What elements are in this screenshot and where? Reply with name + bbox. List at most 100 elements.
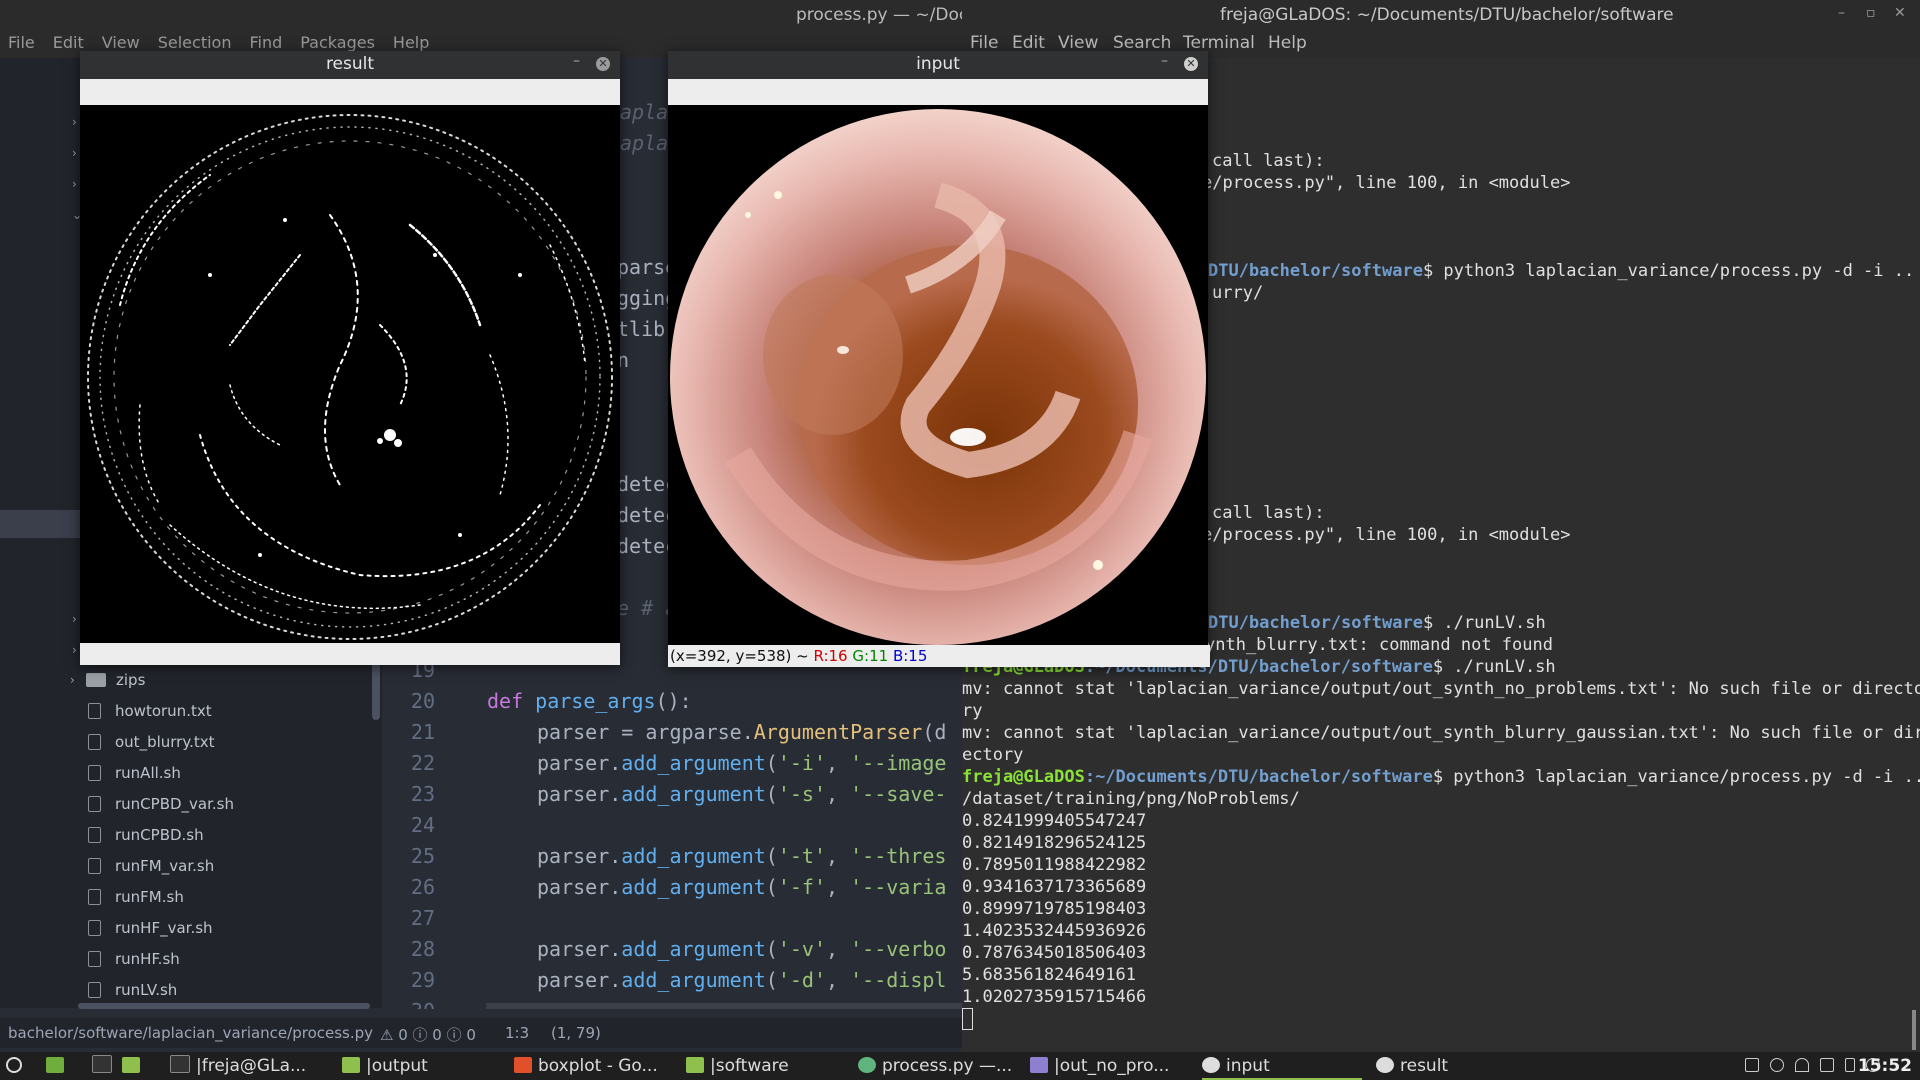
status-selection[interactable]: (1, 79) [551,1024,601,1042]
prompt-path: DTU/bachelor/software [1208,261,1423,281]
tree-item-label: runCPBD.sh [115,826,204,844]
battery-icon[interactable] [1845,1058,1855,1072]
minimize-icon[interactable]: – [1161,53,1168,69]
term-menu-edit[interactable]: Edit [1012,33,1045,53]
minimize-icon[interactable]: – [573,53,580,69]
code-token: , [826,782,851,806]
atom-menu-file[interactable]: File [0,30,45,58]
line-number: 22 [410,751,435,775]
chevron-right-icon[interactable]: › [72,177,77,191]
clipboard-icon[interactable] [1745,1058,1759,1072]
code-token: , [826,751,851,775]
term-menu-help[interactable]: Help [1268,33,1307,53]
close-icon[interactable]: ✕ [596,57,610,71]
launcher-terminal[interactable] [92,1052,118,1080]
term-menu-terminal[interactable]: Terminal [1183,33,1255,53]
code-token: '--thres [850,844,947,868]
code-token: parser. [537,875,622,899]
task-software-folder[interactable]: |software [686,1052,789,1080]
otoscope-photo-graphic [670,109,1206,645]
chevron-right-icon[interactable]: › [72,612,77,626]
mint-logo-icon [6,1057,22,1073]
terminal-line: mv: cannot stat 'laplacian_variance/outp… [962,723,1920,743]
status-problems[interactable]: ⚠ 0 ⓘ 0 ⓘ 0 [380,1024,476,1045]
terminal-scrollbar[interactable] [1912,1010,1916,1050]
minimize-icon[interactable]: – [1838,5,1845,21]
status-cursor-position[interactable]: 1:3 [505,1024,529,1042]
tree-file-howtorun[interactable]: howtorun.txt [88,696,388,726]
line-number: 27 [410,906,435,930]
tree-file-runcpbd-var[interactable]: runCPBD_var.sh [88,789,388,819]
term-menu-file[interactable]: File [970,33,998,53]
line-number: 28 [410,937,435,961]
chevron-right-icon[interactable]: › [72,643,77,657]
file-icon [88,734,101,750]
edge-map-graphic [87,114,613,640]
task-result-window[interactable]: result [1376,1052,1448,1080]
terminal-output-value: 1.0202735915715466 [962,987,1147,1007]
terminal-command: $ python3 laplacian_variance/process.py … [1432,767,1920,787]
tree-file-runfm-var[interactable]: runFM_var.sh [88,851,388,881]
terminal-line: freja@GLaDOS:~/Documents/DTU/bachelor/so… [962,766,1920,788]
task-atom[interactable]: process.py —... [858,1052,1012,1080]
show-desktop-button[interactable] [46,1052,70,1080]
start-menu-button[interactable] [6,1052,28,1080]
editor-horizontal-scrollbar[interactable] [486,1003,962,1009]
folder-icon [686,1057,704,1073]
tree-file-out-blurry[interactable]: out_blurry.txt [88,727,388,757]
result-window-title: result [80,51,620,79]
volume-icon[interactable] [1820,1058,1834,1072]
tree-selected-row[interactable] [0,510,80,538]
maximize-icon[interactable]: ▫ [1866,5,1876,21]
shield-icon[interactable] [1770,1058,1784,1072]
result-window[interactable]: result – ✕ [80,51,620,665]
term-menu-view[interactable]: View [1058,33,1098,53]
task-input-window[interactable]: input [1202,1052,1362,1080]
launcher-files[interactable] [122,1052,146,1080]
file-icon [88,951,101,967]
line-number: 29 [410,968,435,992]
code-fragment: tlib [617,317,666,341]
tree-item-label: runHF.sh [115,950,180,968]
ear-canal-image[interactable] [668,105,1208,645]
code-line-28: parser.add_argument('-v', '--verbo [537,937,947,961]
tree-horizontal-scrollbar[interactable] [78,1003,370,1009]
pixel-blue-value: B:15 [892,647,928,665]
chevron-right-icon[interactable]: › [72,146,77,160]
status-file-path[interactable]: bachelor/software/laplacian_variance/pro… [8,1024,373,1042]
tree-file-runhf-var[interactable]: runHF_var.sh [88,913,388,943]
terminal-line: mv: cannot stat 'laplacian_variance/outp… [962,679,1920,699]
term-menu-search[interactable]: Search [1113,33,1171,53]
task-output-folder[interactable]: |output [342,1052,428,1080]
terminal-output-value: 0.8999719785198403 [962,899,1147,919]
terminal-line: ynth_blurry.txt: command not found [1205,635,1553,655]
chevron-right-icon[interactable]: › [72,115,77,129]
close-icon[interactable]: ✕ [1894,5,1906,21]
tree-file-runfm[interactable]: runFM.sh [88,882,388,912]
atom-window-title: process.py — ~/Docu [796,5,962,25]
close-icon[interactable]: ✕ [1184,57,1198,71]
input-window[interactable]: input – ✕ (x=392, y=538) ~ R:16 G:11 B:1… [668,51,1210,667]
pixel-coordinates: (x=392, y=538) ~ [670,647,814,665]
gear-icon [1202,1057,1220,1073]
task-label: |out_no_pro... [1054,1056,1170,1076]
task-browser[interactable]: boxplot - Go... [514,1052,658,1080]
result-edge-image[interactable] [80,105,620,645]
folder-icon [86,673,106,687]
tree-item-label: runLV.sh [115,981,178,999]
task-text-editor[interactable]: |out_no_pro... [1030,1052,1169,1080]
clock[interactable]: 15:52 [1858,1052,1912,1080]
code-token: add_argument [621,844,766,868]
tree-item-label: runCPBD_var.sh [115,795,234,813]
tree-file-runhf[interactable]: runHF.sh [88,944,388,974]
tree-file-runlv[interactable]: runLV.sh [88,975,388,1005]
code-line-23: parser.add_argument('-s', '--save- [537,782,947,806]
wifi-icon[interactable] [1795,1058,1809,1072]
code-token: '--verbo [850,937,947,961]
tree-folder-zips[interactable]: › zips [70,665,370,695]
tree-file-runcpbd[interactable]: runCPBD.sh [88,820,388,850]
code-token: (d [922,720,947,744]
tree-file-runall[interactable]: runAll.sh [88,758,388,788]
task-terminal[interactable]: |freja@GLa... [170,1052,306,1080]
pixel-red-value: R:16 [813,647,848,665]
